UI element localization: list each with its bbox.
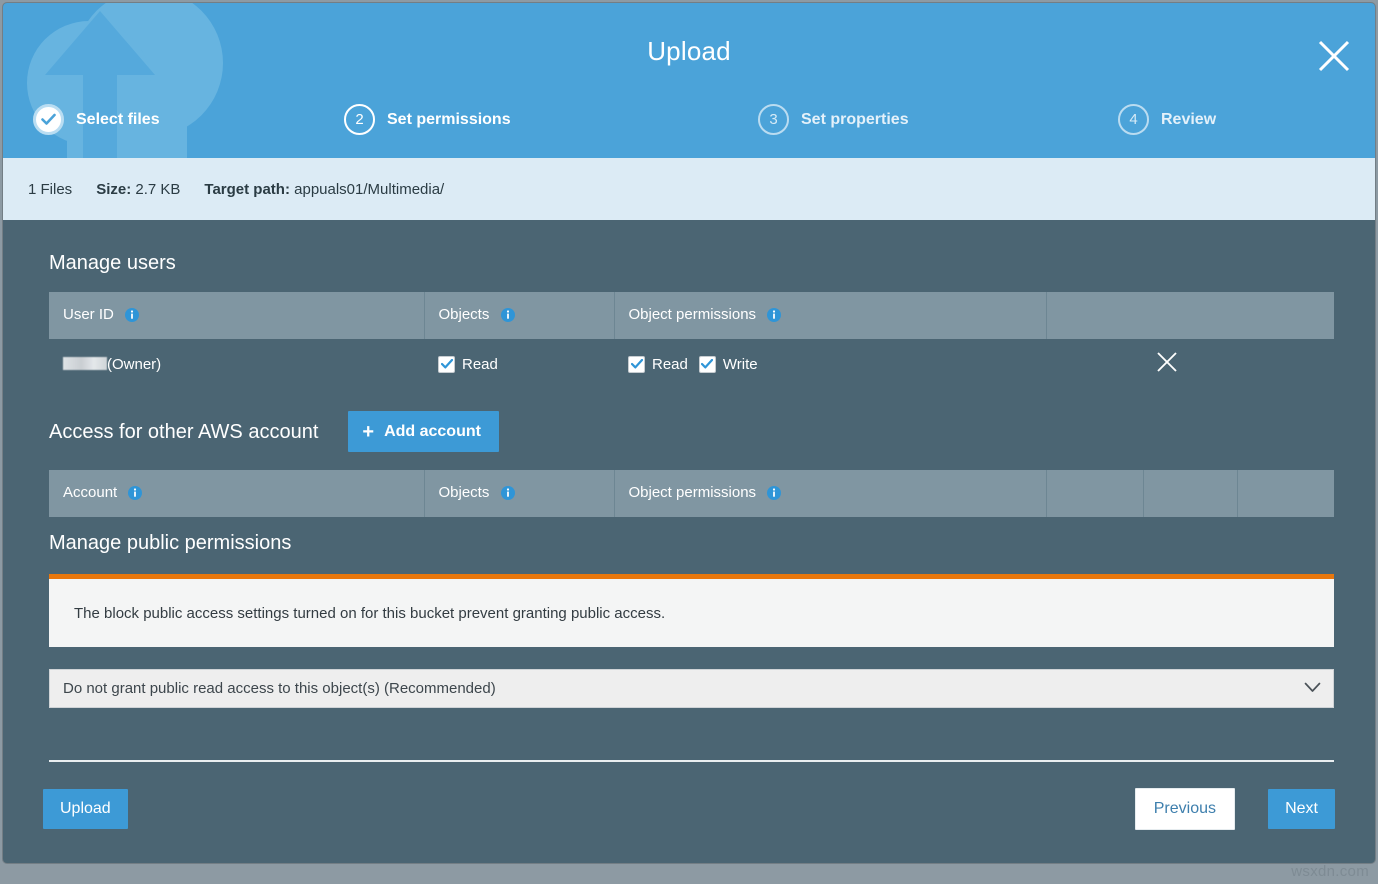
step-review[interactable]: 4 Review <box>1118 104 1216 135</box>
checkbox-label: Write <box>723 356 758 373</box>
column-header-object-permissions: Object permissions <box>614 292 1046 339</box>
column-header-objects: Objects <box>424 470 614 517</box>
column-header-account: Account <box>49 470 424 517</box>
step-number: 4 <box>1118 104 1149 135</box>
other-account-header: Access for other AWS account + Add accou… <box>49 411 1329 452</box>
screen-root: Upload Select files 2 <box>0 0 1378 884</box>
manage-users-table: User ID Objects <box>49 292 1334 389</box>
table-header-row: User ID Objects <box>49 292 1334 339</box>
size-summary: Size: 2.7 KB <box>96 181 180 198</box>
column-header-spacer-3 <box>1237 470 1334 517</box>
modal-body: Manage users User ID <box>3 220 1375 863</box>
target-path-label: Target path: <box>204 181 290 198</box>
add-account-button[interactable]: + Add account <box>348 411 499 452</box>
column-label: Objects <box>439 484 490 501</box>
info-circle-icon[interactable] <box>767 486 781 504</box>
upload-summary-bar: 1 Files Size: 2.7 KB Target path: appual… <box>3 158 1375 220</box>
info-circle-icon[interactable] <box>501 308 515 326</box>
other-aws-account-section: Access for other AWS account + Add accou… <box>49 411 1329 517</box>
manage-users-title: Manage users <box>49 253 1329 273</box>
next-button[interactable]: Next <box>1268 789 1335 829</box>
user-id-owner-label: (Owner) <box>107 356 161 373</box>
objects-checkbox-group: Read <box>438 356 600 373</box>
info-circle-icon[interactable] <box>128 486 142 504</box>
select-value: Do not grant public read access to this … <box>63 680 496 697</box>
warning-text: The block public access settings turned … <box>74 605 665 622</box>
info-circle-icon[interactable] <box>501 486 515 504</box>
checkbox-label: Read <box>652 356 688 373</box>
table-header-row: Account Objects <box>49 470 1334 517</box>
column-label: Objects <box>439 306 490 323</box>
step-label: Select files <box>76 111 160 129</box>
step-number: 2 <box>344 104 375 135</box>
modal-title: Upload <box>3 36 1375 67</box>
checkbox-checked-icon <box>628 356 645 373</box>
column-header-objects: Objects <box>424 292 614 339</box>
column-header-object-permissions: Object permissions <box>614 470 1046 517</box>
step-number: 3 <box>758 104 789 135</box>
close-x-icon <box>1156 351 1178 373</box>
previous-button[interactable]: Previous <box>1135 788 1235 830</box>
column-header-actions <box>1046 292 1334 339</box>
plus-icon: + <box>362 422 374 442</box>
block-public-access-warning: The block public access settings turned … <box>49 574 1334 647</box>
footer-divider <box>49 760 1334 762</box>
column-header-user-id: User ID <box>49 292 424 339</box>
step-indicator: Select files 2 Set permissions 3 Set pro… <box>3 104 1375 140</box>
size-value: 2.7 KB <box>135 181 180 198</box>
step-set-properties[interactable]: 3 Set properties <box>758 104 909 135</box>
column-label: Account <box>63 484 117 501</box>
step-label: Set properties <box>801 111 909 129</box>
manage-users-section: Manage users User ID <box>49 220 1329 389</box>
check-circle-icon <box>33 104 64 135</box>
column-header-spacer-2 <box>1143 470 1237 517</box>
cell-user-id: (Owner) <box>49 339 424 389</box>
checkbox-checked-icon <box>438 356 455 373</box>
modal-header: Upload Select files 2 <box>3 3 1375 158</box>
object-permissions-read-checkbox[interactable]: Read <box>628 356 688 373</box>
column-label: Object permissions <box>629 306 757 323</box>
column-header-spacer-1 <box>1046 470 1143 517</box>
public-permissions-title: Manage public permissions <box>49 533 1329 553</box>
files-count: 1 Files <box>28 181 72 198</box>
step-select-files[interactable]: Select files <box>33 104 160 135</box>
cell-object-permissions: Read Write <box>614 339 1046 389</box>
cell-remove-user <box>1046 339 1334 389</box>
size-label: Size: <box>96 181 131 198</box>
other-account-title: Access for other AWS account <box>49 422 318 442</box>
other-account-table: Account Objects <box>49 470 1334 517</box>
close-button[interactable] <box>1315 37 1353 75</box>
upload-modal: Upload Select files 2 <box>3 3 1375 863</box>
upload-button[interactable]: Upload <box>43 789 128 829</box>
chevron-down-icon <box>1304 682 1321 695</box>
cell-objects: Read <box>424 339 614 389</box>
step-label: Set permissions <box>387 111 511 129</box>
public-read-access-select[interactable]: Do not grant public read access to this … <box>49 669 1334 708</box>
site-watermark: wsxdn.com <box>1291 863 1369 880</box>
object-permissions-write-checkbox[interactable]: Write <box>699 356 758 373</box>
remove-user-button[interactable] <box>1156 351 1178 377</box>
close-x-icon <box>1315 37 1353 75</box>
object-permissions-checkbox-group: Read Write <box>628 356 1032 373</box>
target-path-value: appuals01/Multimedia/ <box>294 181 444 198</box>
modal-footer: Upload Previous Next <box>49 789 1329 835</box>
objects-read-checkbox[interactable]: Read <box>438 356 498 373</box>
column-label: Object permissions <box>629 484 757 501</box>
target-path-summary: Target path: appuals01/Multimedia/ <box>204 181 444 198</box>
info-circle-icon[interactable] <box>767 308 781 326</box>
add-account-label: Add account <box>384 423 481 441</box>
step-label: Review <box>1161 111 1216 129</box>
step-set-permissions[interactable]: 2 Set permissions <box>344 104 511 135</box>
info-circle-icon[interactable] <box>125 308 139 326</box>
table-row: (Owner) <box>49 339 1334 389</box>
public-permissions-section: Manage public permissions The block publ… <box>49 533 1329 762</box>
checkbox-checked-icon <box>699 356 716 373</box>
checkbox-label: Read <box>462 356 498 373</box>
column-label: User ID <box>63 306 114 323</box>
redacted-user-id <box>63 357 107 370</box>
